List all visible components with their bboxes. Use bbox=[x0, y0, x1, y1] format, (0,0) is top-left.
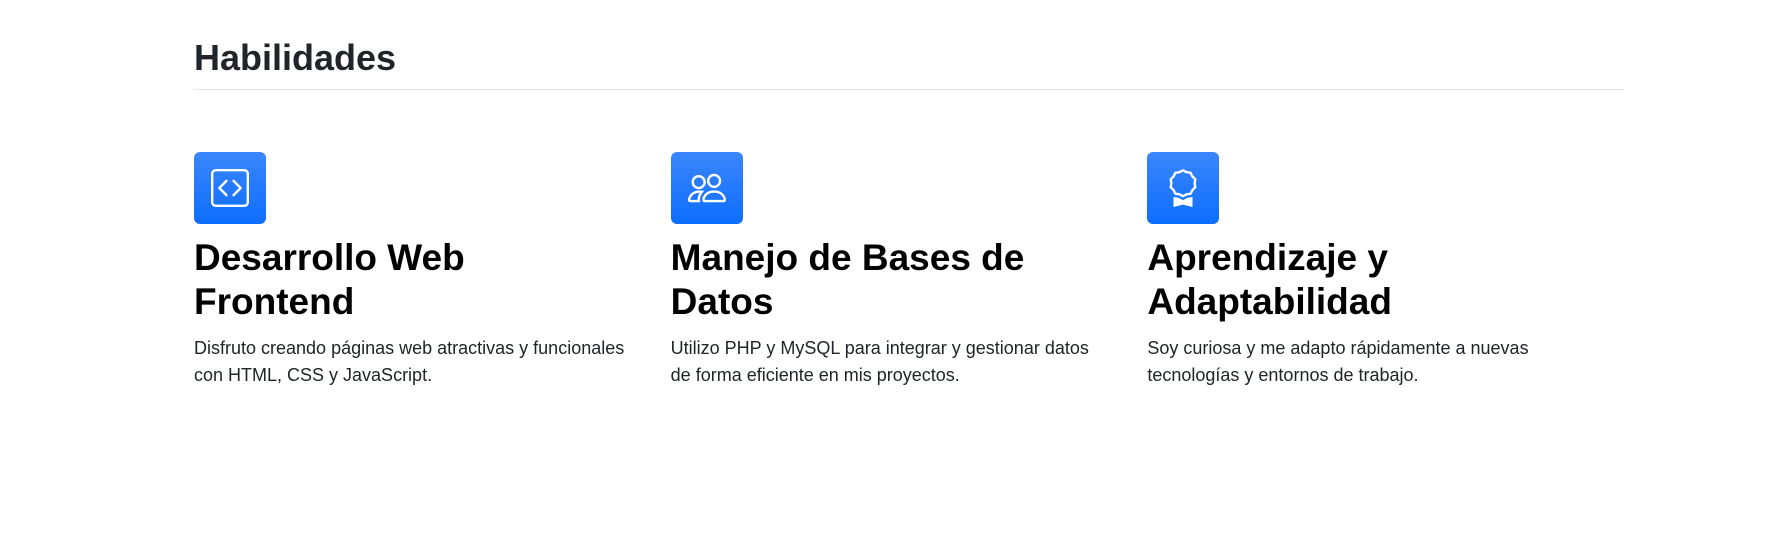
award-icon bbox=[1147, 152, 1220, 225]
feature-text: Utilizo PHP y MySQL para integrar y gest… bbox=[670, 337, 1089, 386]
feature-title: Desarrollo Web Frontend bbox=[194, 237, 465, 322]
feature-frontend: Desarrollo Web Frontend Disfruto creando… bbox=[194, 152, 671, 390]
section-title: Habilidades bbox=[194, 0, 1624, 91]
code-square-icon bbox=[194, 152, 266, 225]
features-row: Desarrollo Web Frontend Disfruto creando… bbox=[194, 152, 1624, 390]
feature-title: Manejo de Bases de Datos bbox=[670, 237, 1025, 322]
feature-text: Disfruto creando páginas web atractivas … bbox=[194, 337, 625, 386]
skills-section: Habilidades Desarrollo Web Frontend Disf… bbox=[194, 0, 1624, 390]
feature-databases: Manejo de Bases de Datos Utilizo PHP y M… bbox=[670, 152, 1148, 390]
feature-title: Aprendizaje y Adaptabilidad bbox=[1147, 237, 1392, 322]
feature-text: Soy curiosa y me adapto rápidamente a nu… bbox=[1147, 337, 1529, 386]
feature-learning: Aprendizaje y Adaptabilidad Soy curiosa … bbox=[1147, 152, 1624, 390]
people-icon bbox=[670, 152, 743, 225]
